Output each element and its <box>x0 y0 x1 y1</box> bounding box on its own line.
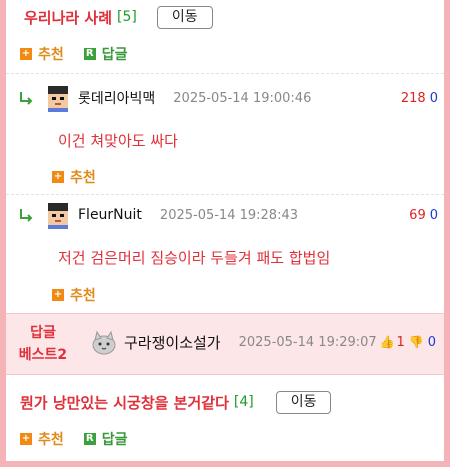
pixel-avatar-icon[interactable] <box>44 201 72 229</box>
plus-icon: + <box>20 433 32 445</box>
downvote-count: 0 <box>429 207 438 223</box>
pixel-avatar-icon[interactable] <box>44 84 72 112</box>
post-header: 우리나라 사례 [5] 이동 <box>24 4 213 30</box>
best-label-line2: 베스트2 <box>18 347 68 363</box>
reply-button[interactable]: R 답글 <box>83 429 128 449</box>
thumbs-down-icon[interactable]: 👎 <box>409 335 424 349</box>
post-actions: + 추천 R 답글 <box>20 429 148 449</box>
best-label-line1: 답글 <box>30 325 56 341</box>
vote-counts: 218 0 <box>401 91 438 106</box>
reply-button[interactable]: R 답글 <box>83 44 128 64</box>
reply-header: FleurNuit 2025-05-14 19:28:43 69 0 <box>18 200 438 230</box>
recommend-label: 추천 <box>38 47 64 63</box>
reply-actions: + 추천 <box>52 285 116 305</box>
nickname[interactable]: FleurNuit <box>78 207 142 223</box>
comment-text: 이건 쳐맞아도 싸다 <box>58 132 178 150</box>
post-title[interactable]: 우리나라 사례 <box>24 7 112 28</box>
nickname[interactable]: 롯데리아빅맥 <box>78 88 155 108</box>
recommend-label: 추천 <box>70 170 96 186</box>
reply-badge-icon: R <box>83 48 96 60</box>
reply-label: 답글 <box>101 47 128 63</box>
timestamp: 2025-05-14 19:00:46 <box>173 90 312 106</box>
downvote-count: 0 <box>429 90 438 106</box>
recommend-label: 추천 <box>70 288 96 304</box>
reply-arrow-icon <box>20 92 33 105</box>
post-actions: + 추천 R 답글 <box>20 44 148 64</box>
reply-arrow-icon <box>20 209 33 222</box>
thumbs-up-icon[interactable]: 👍 <box>380 335 395 349</box>
upvote-count: 218 <box>400 90 426 106</box>
comment-text: 저건 검은머리 짐승이라 두들겨 패도 합법임 <box>58 249 331 267</box>
best-reply-label: 답글 베스트2 <box>18 322 68 366</box>
timestamp: 2025-05-14 19:28:43 <box>159 207 298 223</box>
best-reply-header: 구라쟁이소설가 2025-05-14 19:29:07 👍 1 👎 0 <box>90 328 436 356</box>
vote-counts: 69 0 <box>409 208 438 223</box>
recommend-button[interactable]: + 추천 <box>52 167 96 187</box>
nickname[interactable]: 구라쟁이소설가 <box>124 332 221 353</box>
comment-count: [4] <box>233 394 254 410</box>
recommend-button[interactable]: + 추천 <box>20 429 64 449</box>
post-title[interactable]: 뭔가 낭만있는 시궁창을 본거같다 <box>20 392 229 413</box>
move-button[interactable]: 이동 <box>156 5 213 29</box>
reply-label: 답글 <box>101 432 128 448</box>
comment-panel: 우리나라 사례 [5] 이동 + 추천 R 답글 롯데리아빅맥 2025-05-… <box>0 0 450 467</box>
reply-actions: + 추천 <box>52 167 116 187</box>
post-header: 뭔가 낭만있는 시궁창을 본거같다 [4] 이동 <box>20 388 332 416</box>
vote-counts: 👍 1 👎 0 <box>380 335 436 350</box>
cat-avatar-icon[interactable] <box>90 328 118 356</box>
divider <box>6 73 444 74</box>
move-button[interactable]: 이동 <box>275 390 332 414</box>
downvote-count: 0 <box>427 334 436 350</box>
comment-count: [5] <box>117 9 137 25</box>
recommend-button[interactable]: + 추천 <box>20 44 64 64</box>
plus-icon: + <box>20 48 32 60</box>
upvote-count: 69 <box>409 207 426 223</box>
recommend-button[interactable]: + 추천 <box>52 285 96 305</box>
reply-header: 롯데리아빅맥 2025-05-14 19:00:46 218 0 <box>18 83 438 113</box>
timestamp: 2025-05-14 19:29:07 <box>238 334 377 350</box>
recommend-label: 추천 <box>38 432 64 448</box>
best-reply-row[interactable]: 답글 베스트2 구라쟁이소설가 2025-05-14 19:29:07 👍 1 … <box>6 313 444 375</box>
plus-icon: + <box>52 171 64 183</box>
reply-badge-icon: R <box>83 433 96 445</box>
divider <box>6 194 444 195</box>
plus-icon: + <box>52 289 64 301</box>
upvote-count: 1 <box>396 334 405 350</box>
